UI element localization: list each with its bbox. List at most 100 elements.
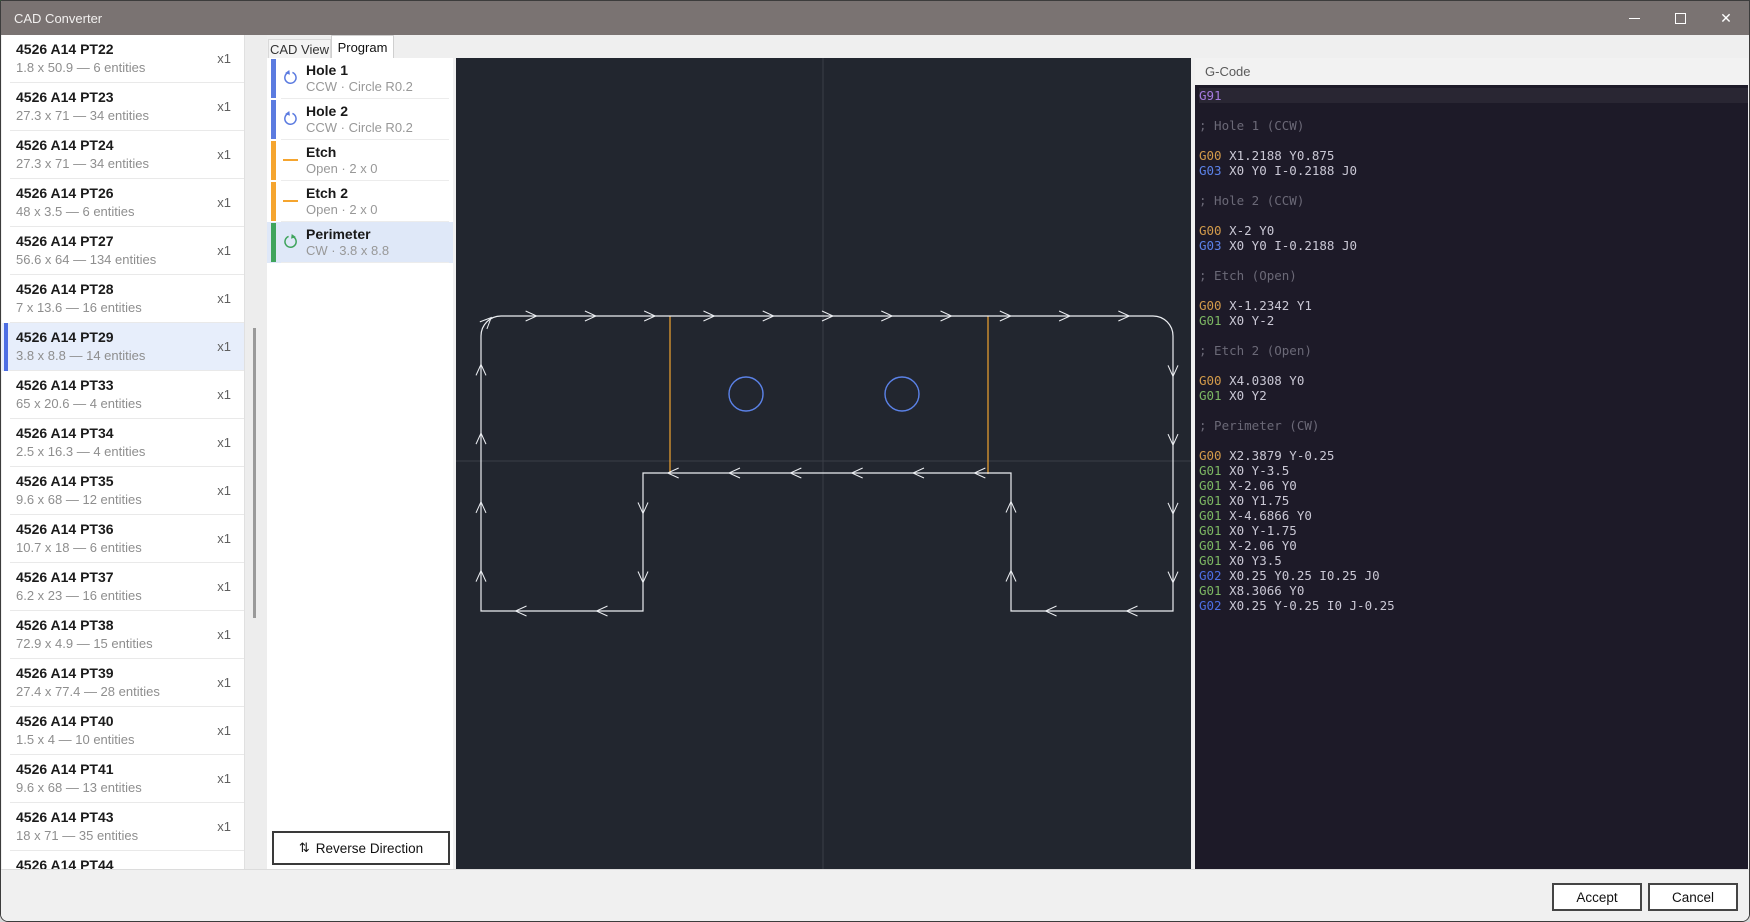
operation-detail: CCW · Circle R0.2: [306, 120, 413, 135]
part-dimensions: 18 x 71 — 35 entities: [16, 828, 231, 843]
part-list-item[interactable]: 4526 A14 PT2427.3 x 71 — 34 entitiesx1: [2, 131, 267, 179]
part-list-item[interactable]: 4526 A14 PT3365 x 20.6 — 4 entitiesx1: [2, 371, 267, 419]
part-name: 4526 A14 PT28: [16, 281, 231, 297]
part-name: 4526 A14 PT41: [16, 761, 231, 777]
gcode-header-label: G-Code: [1195, 64, 1251, 79]
part-list-item[interactable]: 4526 A14 PT39 27.4 x 77.4 — 28 entitiesx1: [2, 659, 267, 707]
gcode-line: G00 X-1.2342 Y1: [1199, 298, 1748, 313]
part-list-item[interactable]: 4526 A14 PT4318 x 71 — 35 entitiesx1: [2, 803, 267, 851]
part-dimensions: 72.9 x 4.9 — 15 entities: [16, 636, 231, 651]
maximize-icon: [1675, 13, 1686, 24]
program-operations-panel: Hole 1CCW · Circle R0.2Hole 2CCW · Circl…: [267, 58, 453, 869]
operation-item[interactable]: Hole 1CCW · Circle R0.2: [267, 58, 453, 99]
part-name: 4526 A14 PT26: [16, 185, 231, 201]
part-list-item[interactable]: 4526 A14 PT2648 x 3.5 — 6 entitiesx1: [2, 179, 267, 227]
gcode-blank-line: [1199, 403, 1748, 418]
part-dimensions: 1.8 x 50.9 — 6 entities: [16, 60, 231, 75]
part-list-item[interactable]: 4526 A14 PT2327.3 x 71 — 34 entitiesx1: [2, 83, 267, 131]
tab-program[interactable]: Program: [331, 35, 394, 58]
gcode-blank-line: [1199, 253, 1748, 268]
operation-detail: CCW · Circle R0.2: [306, 79, 413, 94]
parts-list: 4526 A14 PT221.8 x 50.9 — 6 entitiesx145…: [2, 35, 267, 899]
gcode-comment-line: ; Hole 1 (CCW): [1199, 118, 1748, 133]
cancel-button[interactable]: Cancel: [1648, 883, 1738, 911]
part-name: 4526 A14 PT24: [16, 137, 231, 153]
view-tabstrip: CAD View Program: [267, 35, 1748, 58]
part-quantity: x1: [217, 723, 231, 738]
operation-name: Etch 2: [306, 185, 348, 201]
gcode-line: G01 X0 Y2: [1199, 388, 1748, 403]
rotate-ccw-icon: [282, 110, 299, 127]
part-quantity: x1: [217, 291, 231, 306]
part-list-item[interactable]: 4526 A14 PT401.5 x 4 — 10 entitiesx1: [2, 707, 267, 755]
reverse-direction-button[interactable]: ⇅ Reverse Direction: [272, 831, 450, 865]
part-name: 4526 A14 PT38: [16, 617, 231, 633]
tab-cad-view[interactable]: CAD View: [268, 39, 331, 58]
operation-item[interactable]: EtchOpen · 2 x 0: [267, 140, 453, 181]
operation-detail: CW · 3.8 x 8.8: [306, 243, 389, 258]
parts-scrollbar-thumb[interactable]: [253, 328, 256, 618]
gcode-blank-line: [1199, 358, 1748, 373]
gcode-comment-line: ; Hole 2 (CCW): [1199, 193, 1748, 208]
operation-detail: Open · 2 x 0: [306, 202, 378, 217]
part-name: 4526 A14 PT36: [16, 521, 231, 537]
operation-name: Hole 2: [306, 103, 348, 119]
operation-item[interactable]: Etch 2Open · 2 x 0: [267, 181, 453, 222]
part-quantity: x1: [217, 531, 231, 546]
minimize-button[interactable]: [1611, 1, 1657, 35]
part-list-item[interactable]: 4526 A14 PT38 72.9 x 4.9 — 15 entitiesx1: [2, 611, 267, 659]
part-list-item[interactable]: 4526 A14 PT3610.7 x 18 — 6 entitiesx1: [2, 515, 267, 563]
part-list-item[interactable]: 4526 A14 PT2756.6 x 64 — 134 entitiesx1: [2, 227, 267, 275]
operation-accent-bar: [271, 59, 276, 98]
operation-accent-bar: [271, 141, 276, 180]
close-button[interactable]: ✕: [1703, 1, 1749, 35]
part-list-item[interactable]: 4526 A14 PT342.5 x 16.3 — 4 entitiesx1: [2, 419, 267, 467]
gcode-line: G01 X0 Y-3.5: [1199, 463, 1748, 478]
gcode-blank-line: [1199, 283, 1748, 298]
part-list-item[interactable]: 4526 A14 PT293.8 x 8.8 — 14 entitiesx1: [2, 323, 267, 371]
part-dimensions: 27.3 x 71 — 34 entities: [16, 108, 231, 123]
part-name: 4526 A14 PT33: [16, 377, 231, 393]
part-quantity: x1: [217, 627, 231, 642]
operation-item[interactable]: Hole 2CCW · Circle R0.2: [267, 99, 453, 140]
part-dimensions: 9.6 x 68 — 12 entities: [16, 492, 231, 507]
part-name: 4526 A14 PT39: [16, 665, 231, 681]
part-list-item[interactable]: 4526 A14 PT376.2 x 23 — 16 entitiesx1: [2, 563, 267, 611]
operation-name: Hole 1: [306, 62, 348, 78]
gcode-panel: G-Code G91 ; Hole 1 (CCW) G00 X1.2188 Y0…: [1195, 58, 1748, 869]
part-list-item[interactable]: 4526 A14 PT359.6 x 68 — 12 entitiesx1: [2, 467, 267, 515]
part-name: 4526 A14 PT27: [16, 233, 231, 249]
part-quantity: x1: [217, 51, 231, 66]
gcode-line: G01 X-2.06 Y0: [1199, 478, 1748, 493]
gcode-text[interactable]: G91 ; Hole 1 (CCW) G00 X1.2188 Y0.875 G03…: [1195, 85, 1748, 869]
gcode-comment-line: ; Perimeter (CW): [1199, 418, 1748, 433]
cad-viewport[interactable]: [456, 58, 1191, 869]
gcode-blank-line: [1199, 133, 1748, 148]
part-quantity: x1: [217, 819, 231, 834]
gcode-line: G01 X0 Y1.75: [1199, 493, 1748, 508]
part-dimensions: 7 x 13.6 — 16 entities: [16, 300, 231, 315]
part-list-item[interactable]: 4526 A14 PT419.6 x 68 — 13 entitiesx1: [2, 755, 267, 803]
footer-bar: Accept Cancel: [1, 869, 1750, 922]
gcode-line: G03 X0 Y0 I-0.2188 J0: [1199, 238, 1748, 253]
minimize-icon: [1629, 18, 1640, 19]
titlebar: CAD Converter ✕: [1, 1, 1749, 35]
maximize-button[interactable]: [1657, 1, 1703, 35]
part-dimensions: 27.4 x 77.4 — 28 entities: [16, 684, 231, 699]
parts-list-panel: 4526 A14 PT221.8 x 50.9 — 6 entitiesx145…: [2, 35, 267, 869]
main-area: 4526 A14 PT221.8 x 50.9 — 6 entitiesx145…: [1, 35, 1750, 869]
parts-scrollbar-track[interactable]: [244, 35, 267, 869]
part-quantity: x1: [217, 675, 231, 690]
accept-button[interactable]: Accept: [1552, 883, 1642, 911]
close-icon: ✕: [1720, 11, 1732, 25]
gcode-line: G91: [1199, 88, 1748, 103]
part-dimensions: 2.5 x 16.3 — 4 entities: [16, 444, 231, 459]
operation-item[interactable]: PerimeterCW · 3.8 x 8.8: [267, 222, 453, 263]
part-quantity: x1: [217, 243, 231, 258]
part-list-item[interactable]: 4526 A14 PT28 7 x 13.6 — 16 entitiesx1: [2, 275, 267, 323]
gcode-line: G00 X1.2188 Y0.875: [1199, 148, 1748, 163]
operation-accent-bar: [271, 182, 276, 221]
part-quantity: x1: [217, 339, 231, 354]
gcode-blank-line: [1199, 178, 1748, 193]
part-list-item[interactable]: 4526 A14 PT221.8 x 50.9 — 6 entitiesx1: [2, 35, 267, 83]
